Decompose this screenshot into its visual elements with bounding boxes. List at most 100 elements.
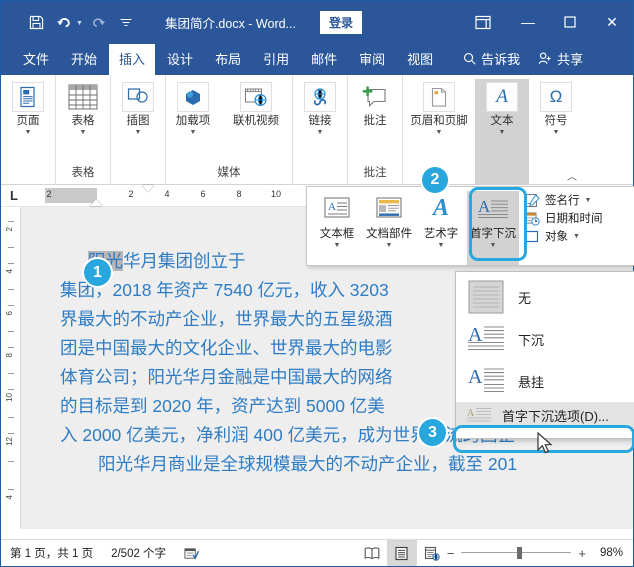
date-time-item[interactable]: 日期和时间 — [523, 210, 603, 226]
pages-button[interactable]: 页面 ▼ — [1, 79, 55, 136]
addins-button[interactable]: 加载项 ▼ — [166, 79, 220, 136]
symbol-button[interactable]: Ω 符号 ▼ — [529, 79, 583, 136]
tab-layout[interactable]: 布局 — [205, 44, 251, 75]
drop-cap-none-item[interactable]: 无 — [456, 276, 634, 318]
ruler-number: 8 — [236, 189, 241, 199]
customize-quick-access-icon[interactable] — [113, 9, 139, 35]
tab-mailings[interactable]: 邮件 — [301, 44, 347, 75]
symbol-icon: Ω — [540, 82, 572, 112]
print-layout-icon[interactable] — [387, 540, 417, 566]
window-controls: — ✕ — [459, 1, 633, 43]
close-button[interactable]: ✕ — [591, 1, 633, 43]
object-caret-icon[interactable]: ▼ — [573, 233, 580, 240]
drop-cap-dropped-label: 下沉 — [518, 330, 544, 349]
left-indent-marker[interactable] — [90, 199, 102, 206]
header-footer-button[interactable]: 页眉和页脚 ▼ — [403, 79, 475, 136]
quick-parts-button[interactable]: 文档部件 ▼ — [363, 191, 415, 249]
drop-cap-dropped-item[interactable]: A 下沉 — [456, 318, 634, 360]
text-caret-icon[interactable]: ▼ — [499, 129, 506, 136]
maximize-button[interactable] — [549, 1, 591, 43]
undo-dropdown-caret[interactable]: ▼ — [76, 20, 83, 27]
zoom-control[interactable]: − + 98% — [447, 546, 633, 561]
illustrations-button[interactable]: 插图 ▼ — [111, 79, 165, 136]
vruler-number: 6 — [5, 311, 14, 315]
zoom-slider-thumb[interactable] — [517, 547, 522, 559]
comment-button[interactable]: 批注 — [348, 79, 402, 128]
tell-me-box[interactable]: 告诉我 — [445, 44, 526, 75]
read-mode-icon[interactable] — [357, 540, 387, 566]
ribbon-group-label-tables: 表格 — [56, 165, 110, 185]
table-button[interactable]: 表格 ▼ — [56, 79, 110, 136]
online-video-button[interactable]: 联机视频 — [220, 79, 292, 128]
word-count[interactable]: 2/502 个字 — [102, 545, 175, 561]
dropcap-margin-icon: A — [466, 364, 506, 398]
drop-cap-margin-item[interactable]: A 悬挂 — [456, 360, 634, 402]
text-box-button[interactable]: A 文本框 ▼ — [311, 191, 363, 249]
link-button[interactable]: 链接 ▼ — [293, 79, 347, 136]
ribbon-group-label-comments: 批注 — [348, 165, 402, 185]
step-badge-2: 2 — [422, 167, 448, 193]
tab-home[interactable]: 开始 — [61, 44, 107, 75]
zoom-slider[interactable] — [461, 547, 571, 559]
object-icon — [523, 228, 540, 244]
zoom-out-button[interactable]: − — [447, 546, 455, 561]
pages-caret-icon[interactable]: ▼ — [25, 129, 32, 136]
step-badge-3: 3 — [419, 419, 446, 446]
quick-parts-caret-icon[interactable]: ▼ — [386, 242, 393, 249]
addins-caret-icon[interactable]: ▼ — [190, 129, 197, 136]
collapse-ribbon-icon[interactable]: ︿ — [567, 168, 577, 183]
text-box-caret-icon[interactable]: ▼ — [334, 242, 341, 249]
ruler-number: 2 — [128, 189, 133, 199]
drop-cap-options-item[interactable]: A 首字下沉选项(D)... — [456, 402, 634, 428]
tab-insert[interactable]: 插入 — [109, 44, 155, 75]
zoom-in-button[interactable]: + — [578, 546, 586, 561]
tab-design[interactable]: 设计 — [157, 44, 203, 75]
redo-icon[interactable] — [85, 9, 111, 35]
sign-in-button[interactable]: 登录 — [320, 11, 362, 34]
drop-cap-options-label: 首字下沉选项(D)... — [502, 406, 609, 425]
text-button[interactable]: A 文本 ▼ — [475, 79, 529, 185]
signature-line-caret-icon[interactable]: ▼ — [585, 197, 592, 204]
table-caret-icon[interactable]: ▼ — [80, 129, 87, 136]
wordart-caret-icon[interactable]: ▼ — [438, 242, 445, 249]
tab-file[interactable]: 文件 — [13, 44, 59, 75]
vruler-number: 12 — [5, 437, 14, 446]
undo-icon[interactable] — [51, 9, 77, 35]
online-video-label: 联机视频 — [233, 115, 279, 128]
illustrations-icon — [122, 82, 154, 112]
dropcap-none-icon — [466, 280, 506, 314]
svg-text:A: A — [468, 366, 483, 388]
vruler-number: 4 — [5, 269, 14, 273]
signature-line-label: 签名行 — [545, 192, 580, 208]
first-line-indent-marker[interactable] — [142, 185, 154, 192]
symbol-caret-icon[interactable]: ▼ — [553, 129, 560, 136]
signature-line-item[interactable]: 签名行 ▼ — [523, 192, 603, 208]
step-badge-1: 1 — [84, 259, 111, 286]
document-paragraph[interactable]: 阳光华月商业是全球规模最大的不动产企业，截至 201 — [22, 450, 633, 479]
ribbon-group-symbols: Ω 符号 ▼ ︿ — [529, 75, 583, 185]
minimize-button[interactable]: — — [507, 1, 549, 43]
proofing-icon[interactable] — [175, 546, 208, 561]
drop-cap-button[interactable]: A 首字下沉 ▼ — [467, 191, 519, 265]
header-footer-caret-icon[interactable]: ▼ — [436, 129, 443, 136]
quick-parts-label: 文档部件 — [366, 225, 412, 241]
object-item[interactable]: 对象 ▼ — [523, 228, 603, 244]
tab-review[interactable]: 审阅 — [349, 44, 395, 75]
ribbon-display-options-icon[interactable] — [459, 1, 507, 43]
zoom-level[interactable]: 98% — [593, 547, 623, 559]
tab-references[interactable]: 引用 — [253, 44, 299, 75]
web-layout-icon[interactable] — [417, 540, 447, 566]
share-button[interactable]: 共享 — [526, 44, 593, 75]
page-info[interactable]: 第 1 页，共 1 页 — [1, 545, 102, 561]
drop-cap-caret-icon[interactable]: ▼ — [490, 242, 497, 249]
link-caret-icon[interactable]: ▼ — [317, 129, 324, 136]
vertical-ruler[interactable]: 2 4 6 8 10 12 4 — [1, 207, 21, 529]
tab-left-icon[interactable]: L — [1, 188, 27, 203]
save-icon[interactable] — [23, 9, 49, 35]
ribbon-group-illustrations: 插图 ▼ — [111, 75, 166, 185]
wordart-button[interactable]: A 艺术字 ▼ — [415, 191, 467, 249]
tab-view[interactable]: 视图 — [397, 44, 443, 75]
illustrations-caret-icon[interactable]: ▼ — [135, 129, 142, 136]
svg-text:A: A — [328, 201, 336, 213]
ribbon-tab-bar: 文件 开始 插入 设计 布局 引用 邮件 审阅 视图 告诉我 共享 — [1, 43, 633, 75]
